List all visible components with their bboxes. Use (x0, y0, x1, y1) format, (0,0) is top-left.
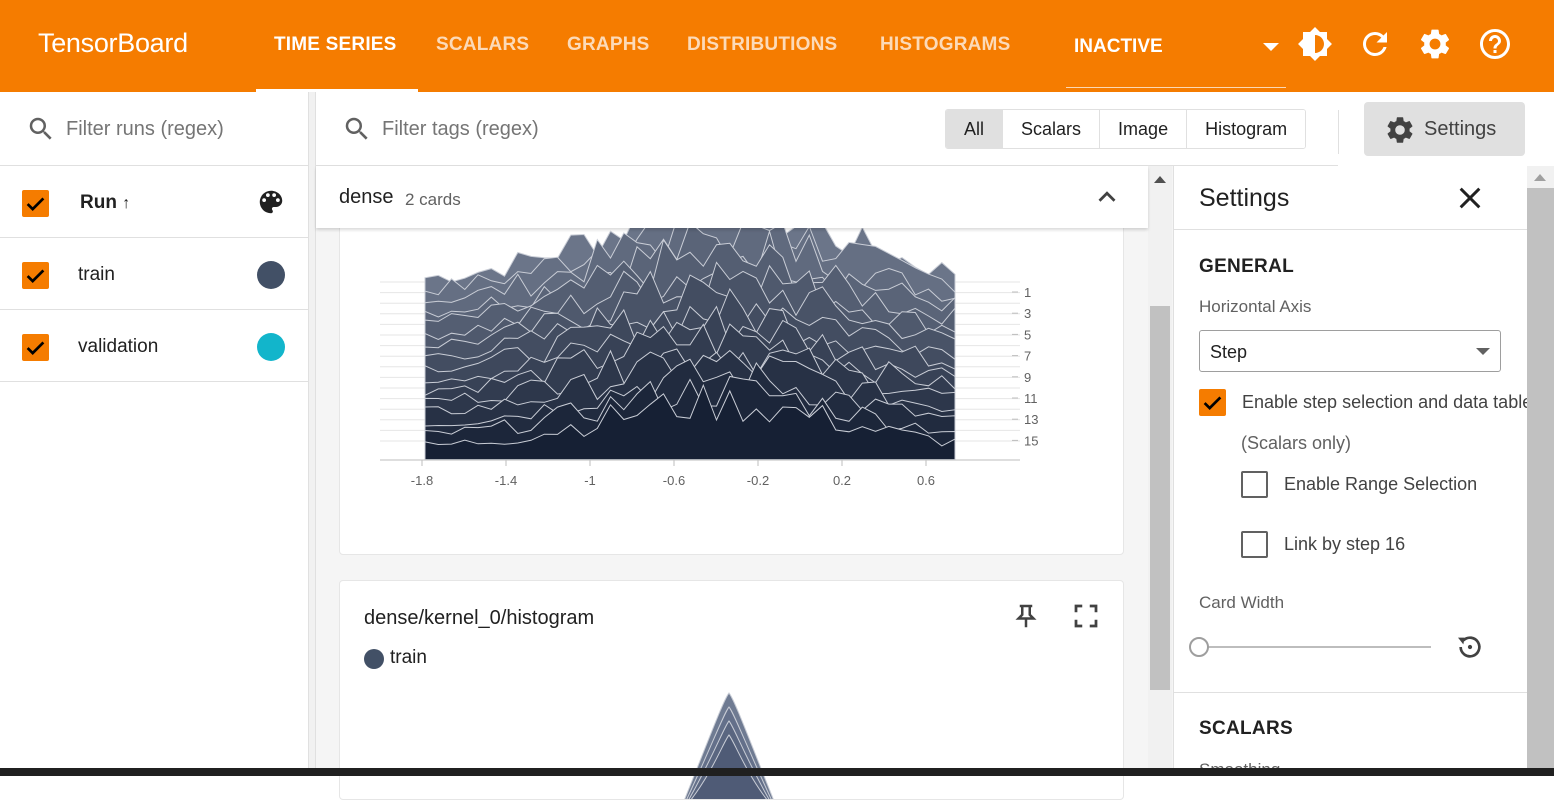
runs-pane: Filter runs (regex) Run ↑ train validati… (0, 92, 309, 776)
settings-button-label: Settings (1424, 118, 1497, 140)
runs-filter-input[interactable]: Filter runs (regex) (66, 118, 224, 141)
step-axis-tick-label: 9 (1024, 370, 1031, 385)
step-axis-tick-label: 11 (1024, 391, 1038, 406)
scalars-only-note: (Scalars only) (1241, 433, 1352, 453)
card-width-slider-thumb[interactable] (1189, 637, 1209, 657)
step-axis-tick-label: 7 (1024, 349, 1031, 364)
run-validation-color-swatch[interactable] (257, 333, 285, 361)
scalars-heading: SCALARS (1199, 718, 1293, 739)
general-heading: GENERAL (1199, 256, 1294, 277)
enable-step-selection-label: Enable step selection and data table (1242, 392, 1527, 412)
tab-scalars[interactable]: SCALARS (436, 34, 529, 56)
tags-filter-input[interactable]: Filter tags (regex) (382, 118, 539, 141)
scrollbar-thumb[interactable] (1527, 188, 1554, 776)
group-title: dense (339, 186, 394, 208)
histogram-chart: -1.8 -1.4 -1 -0.6 -0.2 0.2 0.613579111315 (380, 213, 1038, 488)
step-axis-tick-label: 5 (1024, 327, 1031, 342)
run-train-color-swatch[interactable] (257, 261, 285, 289)
inactive-label: INACTIVE (1074, 36, 1163, 57)
chevron-up-icon[interactable] (1092, 182, 1122, 212)
help-icon[interactable] (1477, 26, 1513, 62)
horizontal-axis-label: Horizontal Axis (1199, 297, 1312, 316)
x-axis-tick-label: -1.8 (411, 473, 433, 488)
step-axis-tick-label: 15 (1024, 433, 1038, 448)
histogram-card-kernel: dense/kernel_0/histogram train (339, 580, 1124, 800)
window-bottom-edge (0, 768, 1554, 776)
filter-histogram-button[interactable]: Histogram (1187, 110, 1306, 148)
settings-gear-icon[interactable] (1417, 26, 1453, 62)
reset-icon[interactable] (1454, 631, 1486, 663)
group-card-count: 2 cards (405, 190, 461, 209)
run-train-label: train (78, 264, 115, 285)
run-row-train[interactable]: train (0, 238, 309, 310)
enable-range-selection-checkbox[interactable] (1241, 471, 1268, 498)
tab-time-series[interactable]: TIME SERIES (274, 34, 397, 56)
search-icon (342, 114, 372, 144)
scroll-up-arrow[interactable] (1534, 174, 1546, 181)
theme-icon[interactable] (1297, 26, 1333, 62)
card-width-slider-track[interactable] (1199, 646, 1431, 648)
run-validation-checkbox[interactable] (22, 334, 49, 361)
tab-graphs[interactable]: GRAPHS (567, 34, 650, 56)
filter-scalars-button[interactable]: Scalars (1003, 110, 1101, 148)
refresh-icon[interactable] (1357, 26, 1393, 62)
palette-icon[interactable] (256, 187, 286, 217)
x-axis-tick-label: 0.2 (833, 473, 851, 488)
run-row-validation[interactable]: validation (0, 310, 309, 382)
tab-histograms[interactable]: HISTOGRAMS (880, 34, 1010, 56)
settings-scrollbar[interactable] (1527, 166, 1554, 776)
enable-step-selection-checkbox[interactable] (1199, 389, 1226, 416)
app-title: TensorBoard (38, 28, 188, 58)
runs-filter-row: Filter runs (regex) (0, 92, 309, 166)
tag-filter-bar: Filter tags (regex) All Scalars Image Hi… (316, 92, 1339, 166)
x-axis-tick-label: -1.4 (495, 473, 517, 488)
x-axis-tick-label: 0.6 (917, 473, 935, 488)
gear-icon (1384, 114, 1416, 146)
run-train-checkbox[interactable] (22, 262, 49, 289)
histogram-card-bias: -1.8 -1.4 -1 -0.6 -0.2 0.2 0.6 1 3 5 7 9 11 13 15 (339, 212, 1124, 555)
enable-range-selection-label: Enable Range Selection (1284, 474, 1478, 494)
settings-panel: Settings GENERAL Horizontal Axis Step En… (1173, 166, 1527, 776)
inactive-plugins-dropdown[interactable]: INACTIVE (1066, 34, 1286, 88)
step-axis-tick-label: 1 (1024, 285, 1031, 300)
horizontal-axis-select[interactable]: Step (1199, 330, 1501, 372)
cards-scrollbar[interactable] (1148, 166, 1172, 776)
filter-all-button[interactable]: All (946, 110, 1004, 148)
horizontal-axis-value: Step (1210, 342, 1248, 362)
run-validation-label: validation (78, 336, 159, 357)
settings-divider (1174, 692, 1527, 693)
step-axis-tick-label: 3 (1024, 306, 1031, 321)
x-axis-tick-label: -0.6 (663, 473, 685, 488)
link-by-step-checkbox[interactable] (1241, 531, 1268, 558)
toolbar-divider (1338, 110, 1339, 154)
card-group-header[interactable]: dense 2 cards (316, 166, 1148, 228)
chevron-down-icon[interactable] (1263, 43, 1279, 51)
settings-title: Settings (1199, 184, 1290, 212)
top-app-bar: TensorBoard TIME SERIES SCALARS GRAPHS D… (0, 0, 1554, 92)
settings-toggle-button[interactable]: Settings (1364, 102, 1525, 156)
select-all-runs-checkbox[interactable] (22, 190, 49, 217)
step-axis-tick-label: 13 (1024, 412, 1038, 427)
tab-distributions[interactable]: DISTRIBUTIONS (687, 34, 837, 56)
x-axis-tick-label: -1 (584, 473, 596, 488)
chevron-down-icon (1476, 348, 1490, 355)
scrollbar-thumb[interactable] (1150, 306, 1170, 690)
pane-resize-handle[interactable] (309, 92, 316, 776)
scroll-up-arrow[interactable] (1154, 176, 1166, 183)
link-by-step-label: Link by step 16 (1284, 534, 1406, 554)
close-icon[interactable] (1454, 182, 1486, 214)
runs-header-row: Run ↑ (0, 166, 309, 238)
sort-ascending-icon: ↑ (122, 195, 131, 212)
run-column-header[interactable]: Run ↑ (80, 192, 130, 214)
search-icon (26, 114, 56, 144)
card-type-filter: All Scalars Image Histogram (945, 109, 1307, 149)
card-width-label: Card Width (1199, 593, 1285, 612)
x-axis-tick-label: -0.2 (747, 473, 769, 488)
settings-divider (1174, 229, 1527, 230)
filter-image-button[interactable]: Image (1100, 110, 1188, 148)
